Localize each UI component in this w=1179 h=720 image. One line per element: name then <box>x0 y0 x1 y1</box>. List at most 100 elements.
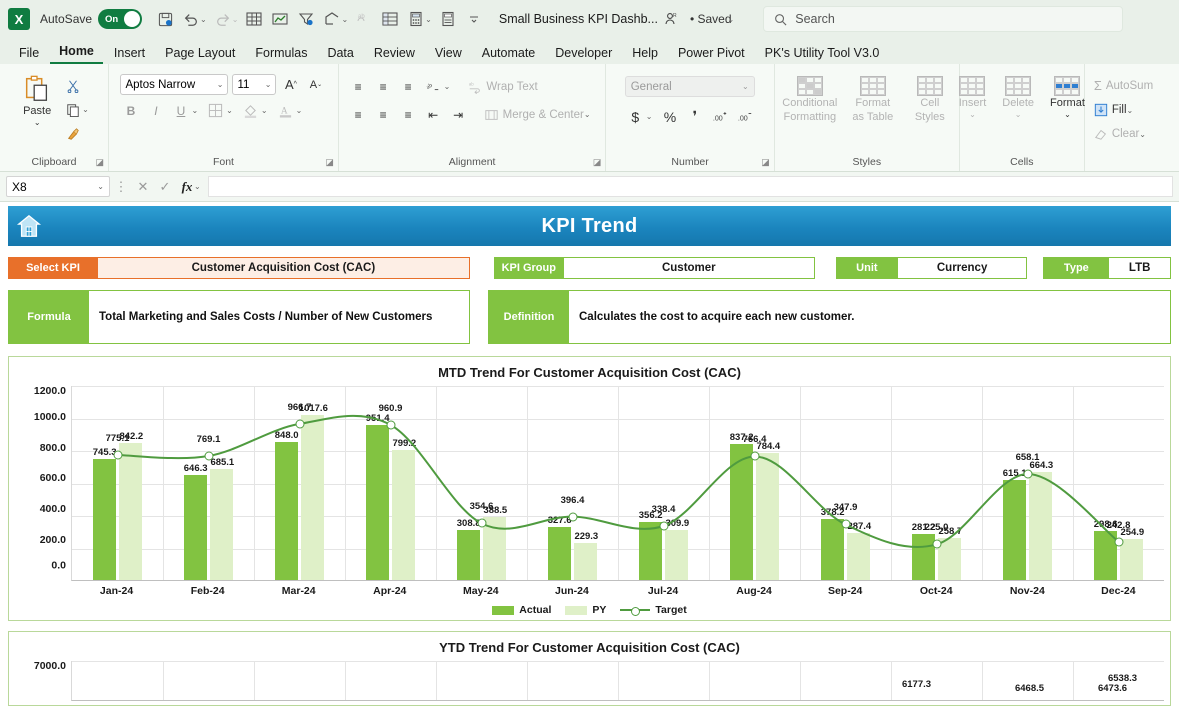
name-box-chevron-down-icon[interactable]: ⌄ <box>97 182 104 191</box>
conditional-formatting-button[interactable]: Conditional Formatting <box>780 74 840 127</box>
document-title[interactable]: Small Business KPI Dashb... <box>499 12 658 26</box>
kpi-group-chip[interactable]: KPI Group Customer <box>493 257 815 279</box>
insert-chevron-down-icon[interactable]: ⌄ <box>969 110 976 119</box>
mtd-target-marker[interactable] <box>477 518 486 528</box>
mtd-target-marker[interactable] <box>295 419 304 429</box>
borders-chevron-down-icon[interactable]: ⌄ <box>226 106 233 115</box>
font-color-chevron-down-icon[interactable]: ⌄ <box>296 106 303 115</box>
search-input[interactable]: Search <box>763 6 1124 32</box>
mtd-bar-actual[interactable] <box>183 474 208 580</box>
mtd-target-marker[interactable] <box>932 539 941 549</box>
merge-center-chevron-down-icon[interactable]: ⌄ <box>584 110 591 119</box>
tab-review[interactable]: Review <box>365 44 424 64</box>
confirm-edit-icon[interactable]: ✓ <box>154 179 176 195</box>
mtd-bar-py[interactable] <box>1119 538 1144 580</box>
mtd-bar-py[interactable] <box>664 529 689 580</box>
format-chevron-down-icon[interactable]: ⌄ <box>1064 110 1071 119</box>
font-size-select[interactable]: 11 ⌄ <box>232 74 277 95</box>
legend-item-target[interactable]: Target <box>620 604 687 616</box>
merge-center-button[interactable]: Merge & Center ⌄ <box>481 106 597 124</box>
mtd-bar-py[interactable] <box>573 542 598 580</box>
mtd-bar-py[interactable] <box>391 450 416 580</box>
mtd-bar-py[interactable] <box>209 468 234 580</box>
type-chip[interactable]: Type LTB <box>1043 257 1172 279</box>
align-top-button[interactable]: ≡ <box>348 76 369 97</box>
fill-color-chevron-down-icon[interactable]: ⌄ <box>261 106 268 115</box>
saved-status[interactable]: • Saved <box>690 12 732 26</box>
user-account-icon[interactable]: R <box>658 6 684 32</box>
formula-input[interactable] <box>207 176 1173 197</box>
orientation-button[interactable]: ab <box>423 76 444 97</box>
align-middle-button[interactable]: ≡ <box>373 76 394 97</box>
paste-chevron-down-icon[interactable]: ⌄ <box>34 118 41 127</box>
align-center-button[interactable]: ≡ <box>373 104 394 125</box>
delete-chevron-down-icon[interactable]: ⌄ <box>1015 110 1022 119</box>
tab-page-layout[interactable]: Page Layout <box>156 44 244 64</box>
mtd-bar-actual[interactable] <box>1002 480 1027 580</box>
font-name-chevron-down-icon[interactable]: ⌄ <box>217 80 224 89</box>
font-color-button[interactable]: A <box>275 100 296 121</box>
formula-chevron-down-icon[interactable]: ⌄ <box>194 182 201 191</box>
alignment-dialog-launcher[interactable]: ◪ <box>593 157 602 168</box>
name-box[interactable]: X8 ⌄ <box>6 176 110 197</box>
increase-decimal-button[interactable]: .00 <box>709 106 730 127</box>
mtd-target-marker[interactable] <box>1114 537 1123 547</box>
fill-button[interactable]: Fill ⌄ <box>1091 101 1139 119</box>
legend-item-actual[interactable]: Actual <box>492 604 551 616</box>
mtd-bar-actual[interactable] <box>365 425 390 580</box>
format-painter-button[interactable] <box>62 123 83 144</box>
paste-button[interactable]: Paste ⌄ <box>16 72 58 129</box>
pivot-table-icon[interactable] <box>377 6 403 32</box>
clear-button[interactable]: Clear ⌄ <box>1091 125 1152 143</box>
legend-item-py[interactable]: PY <box>565 604 606 616</box>
table-icon[interactable] <box>241 6 267 32</box>
tab-insert[interactable]: Insert <box>105 44 154 64</box>
copy-button[interactable] <box>62 99 83 120</box>
filter-icon[interactable] <box>293 6 319 32</box>
currency-format-button[interactable]: $ <box>625 106 646 127</box>
mtd-bar-py[interactable] <box>118 443 143 580</box>
currency-chevron-down-icon[interactable]: ⌄ <box>646 112 653 121</box>
increase-indent-button[interactable]: ⇥ <box>448 104 469 125</box>
borders-button[interactable] <box>205 100 226 121</box>
format-as-table-button[interactable]: Format as Table <box>844 74 902 127</box>
mtd-target-marker[interactable] <box>1023 469 1032 479</box>
calculator-chevron-down-icon[interactable]: ⌄ <box>425 15 432 24</box>
copy-chevron-down-icon[interactable]: ⌄ <box>82 105 89 114</box>
mtd-bar-actual[interactable] <box>274 442 299 580</box>
mtd-bar-actual[interactable] <box>92 458 117 580</box>
save-icon[interactable] <box>152 6 178 32</box>
chart-icon[interactable] <box>267 6 293 32</box>
align-bottom-button[interactable]: ≡ <box>398 76 419 97</box>
percent-format-button[interactable]: % <box>659 106 680 127</box>
tab-file[interactable]: File <box>10 44 48 64</box>
tab-help[interactable]: Help <box>623 44 667 64</box>
autosum-button[interactable]: Σ AutoSum <box>1091 76 1156 95</box>
decrease-indent-button[interactable]: ⇤ <box>423 104 444 125</box>
mtd-target-marker[interactable] <box>386 420 395 430</box>
font-dialog-launcher[interactable]: ◪ <box>325 157 334 168</box>
align-left-button[interactable]: ≡ <box>348 104 369 125</box>
font-size-chevron-down-icon[interactable]: ⌄ <box>265 80 272 89</box>
tab-automate[interactable]: Automate <box>473 44 545 64</box>
number-format-chevron-down-icon[interactable]: ⌄ <box>742 82 749 91</box>
clear-chevron-down-icon[interactable]: ⌄ <box>1139 130 1146 139</box>
saved-chevron-down-icon[interactable]: ⌄ <box>728 15 735 24</box>
underline-button[interactable]: U <box>170 100 191 121</box>
mtd-target-marker[interactable] <box>204 451 213 461</box>
calculator-alt-icon[interactable] <box>435 6 461 32</box>
number-dialog-launcher[interactable]: ◪ <box>761 157 770 168</box>
select-kpi-chip[interactable]: Select KPI Customer Acquisition Cost (CA… <box>8 257 470 279</box>
delete-cells-button[interactable]: Delete ⌄ <box>996 74 1040 121</box>
mtd-bar-py[interactable] <box>846 533 871 580</box>
bold-button[interactable]: B <box>120 100 141 121</box>
mtd-target-marker[interactable] <box>568 512 577 522</box>
unit-chip[interactable]: Unit Currency <box>835 257 1028 279</box>
more-commands-chevron-icon[interactable] <box>461 6 487 32</box>
mtd-bar-actual[interactable] <box>729 443 754 580</box>
increase-font-size-button[interactable]: A ^ <box>280 74 301 95</box>
mtd-target-marker[interactable] <box>841 519 850 529</box>
tab-view[interactable]: View <box>426 44 471 64</box>
decrease-font-size-button[interactable]: A ⌄ <box>305 74 326 95</box>
fill-color-button[interactable] <box>240 100 261 121</box>
